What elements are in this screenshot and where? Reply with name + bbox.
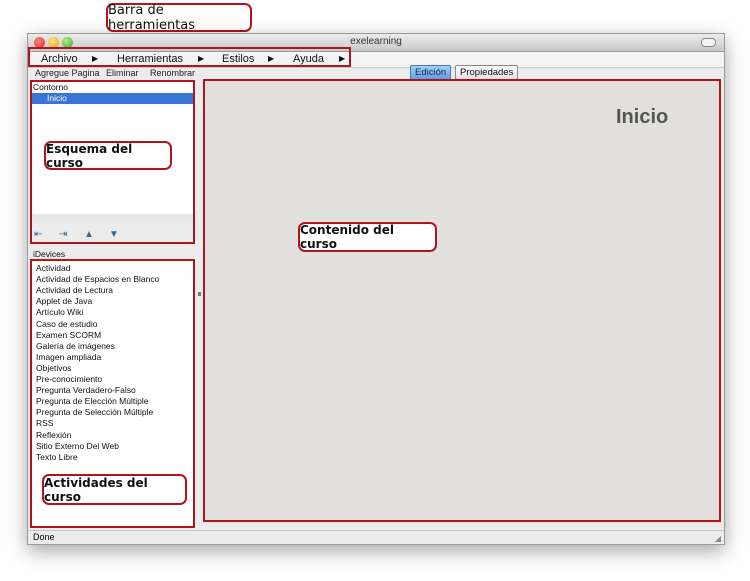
resize-grip-icon[interactable]: ◢ [715,534,721,543]
toolbar-toggle-icon[interactable] [701,38,716,47]
callout-content-label: Contenido del curso [300,223,394,251]
idevices-header: iDevices [33,249,66,259]
callout-activities: Actividades del curso [42,474,187,505]
callout-activities-label: Actividades del curso [44,475,148,504]
frame-content [203,79,721,522]
callout-content: Contenido del curso [298,222,437,252]
tab-properties[interactable]: Propiedades [455,65,519,80]
callout-toolbar-label: Barra de herramientas [108,2,196,33]
callout-toolbar: Barra de herramientas [106,2,252,33]
tab-edit-label: Edición [415,67,447,78]
window-title: exelearning [350,36,402,47]
status-text: Done [33,532,55,542]
splitter-handle[interactable] [198,292,201,296]
callout-outline-label: Esquema del curso [46,141,133,170]
add-page-button[interactable]: Agregue Pagina [35,68,100,78]
tab-edit[interactable]: Edición [410,65,452,80]
callout-outline: Esquema del curso [44,141,172,170]
frame-menu-bar [28,47,351,67]
rename-button[interactable]: Renombrar [150,68,195,78]
tab-properties-label: Propiedades [460,67,514,78]
status-bar: Done ◢ [28,530,724,544]
delete-button[interactable]: Eliminar [106,68,139,78]
